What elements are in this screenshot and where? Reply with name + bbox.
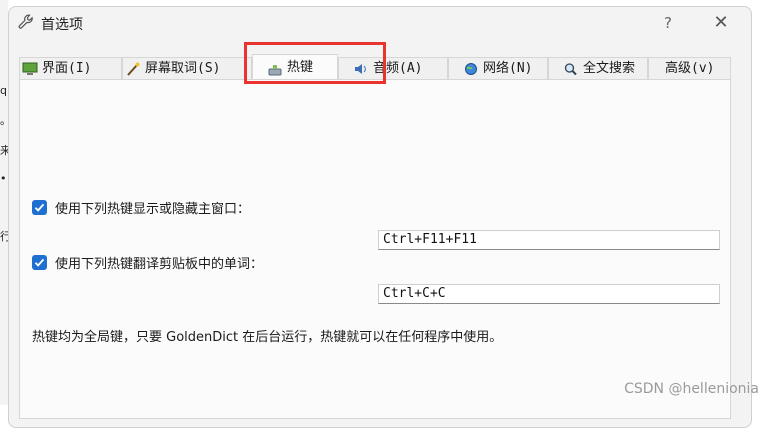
title-bar[interactable]: 首选项 ? ✕ xyxy=(9,7,751,41)
hotkeys-panel: 使用下列热键显示或隐藏主窗口： Ctrl+F11+F11 使用下列热键翻译剪贴板… xyxy=(19,79,731,419)
search-icon xyxy=(563,62,579,76)
translate-clipboard-label: 使用下列热键翻译剪贴板中的单词： xyxy=(55,257,264,272)
close-button[interactable]: ✕ xyxy=(709,11,733,35)
background-text: 。 xyxy=(0,112,8,128)
wand-icon xyxy=(125,62,141,76)
toggle-window-hotkey-field[interactable]: Ctrl+F11+F11 xyxy=(378,230,720,250)
tab-label: 屏幕取词(S) xyxy=(145,61,221,76)
tab-fulltext-search[interactable]: 全文搜索 xyxy=(548,57,648,79)
help-button[interactable]: ? xyxy=(657,12,679,34)
tab-label: 网络(N) xyxy=(483,61,533,76)
toggle-window-row: 使用下列热键显示或隐藏主窗口： xyxy=(32,198,250,217)
tab-interface[interactable]: 界面(I) xyxy=(19,57,122,79)
tab-screen-capture[interactable]: 屏幕取词(S) xyxy=(122,57,252,79)
background-text: 来 xyxy=(0,144,8,157)
translate-clipboard-checkbox[interactable] xyxy=(32,255,47,270)
translate-clipboard-row: 使用下列热键翻译剪贴板中的单词： xyxy=(32,253,263,272)
tab-label: 高级(v) xyxy=(665,61,715,76)
tab-label: 界面(I) xyxy=(42,61,92,76)
background-text: q xyxy=(0,84,7,97)
wrench-icon xyxy=(17,13,35,31)
background-text: 行 xyxy=(0,230,8,243)
hotkeys-note: 热键均为全局键，只要 GoldenDict 在后台运行，热键就可以在任何程序中使… xyxy=(32,330,503,345)
highlight-annotation xyxy=(244,42,386,84)
toggle-window-checkbox[interactable] xyxy=(32,200,47,215)
translate-clipboard-hotkey-field[interactable]: Ctrl+C+C xyxy=(378,284,720,304)
toggle-window-label: 使用下列热键显示或隐藏主窗口： xyxy=(55,202,251,217)
tab-advanced[interactable]: 高级(v) xyxy=(648,57,731,79)
watermark: CSDN @hellenionia xyxy=(624,381,759,397)
dialog-title: 首选项 xyxy=(41,17,83,33)
background-window: q 。 来 • 行 xyxy=(0,0,8,405)
globe-icon xyxy=(463,62,479,76)
tab-label: 全文搜索 xyxy=(583,61,636,76)
background-text: • xyxy=(0,172,7,185)
tab-network[interactable]: 网络(N) xyxy=(448,57,548,79)
monitor-icon xyxy=(22,62,38,76)
